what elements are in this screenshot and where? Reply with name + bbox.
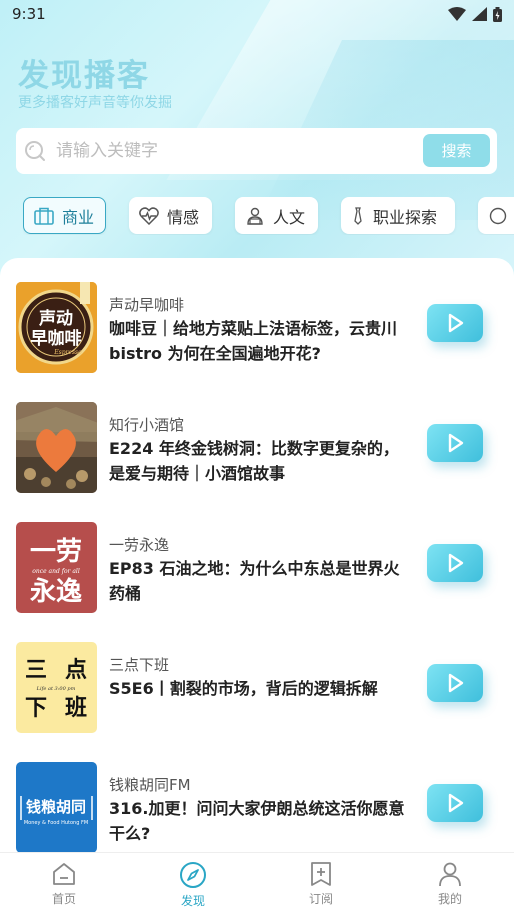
show-name: 一劳永逸 — [109, 536, 170, 554]
show-name: 知行小酒馆 — [109, 416, 185, 434]
compass-icon — [180, 862, 206, 888]
status-time: 9:31 — [12, 5, 46, 23]
category-label: 情感 — [167, 207, 200, 227]
cover-image: 声动 早咖啡 Espresso — [16, 282, 97, 373]
search-button[interactable]: 搜索 — [423, 134, 490, 167]
cover-image: 三 点 Life at 3:00 pm 下 班 — [16, 642, 97, 733]
cover-image — [16, 402, 97, 493]
play-button[interactable] — [427, 544, 483, 582]
category-label: 职业探索 — [373, 207, 438, 227]
cover-title: 三 — [25, 658, 47, 683]
play-button[interactable] — [427, 664, 483, 702]
cover-title: 声动 — [38, 308, 73, 329]
category-more[interactable] — [478, 197, 514, 234]
status-bar: 9:31 — [0, 0, 514, 28]
cover-image: 一劳 once and for all 永逸 — [16, 522, 97, 613]
list-item[interactable]: 三 点 Life at 3:00 pm 下 班 三点下班 S5E6丨割裂的市场，… — [16, 642, 506, 734]
tab-label: 首页 — [51, 892, 76, 906]
profile-icon — [439, 862, 461, 887]
category-humanities[interactable]: 人文 — [235, 197, 318, 234]
play-icon — [448, 793, 464, 813]
show-name: 声动早咖啡 — [109, 296, 185, 314]
play-icon — [448, 313, 464, 333]
show-name: 钱粮胡同FM — [109, 776, 191, 794]
episode-list: 声动 早咖啡 Espresso 声动早咖啡 咖啡豆｜给地方菜贴上法语标签，云贵川… — [0, 258, 514, 858]
episode-title[interactable]: 316.加更！问问大家伊朗总统这活你愿意干么? — [109, 796, 407, 846]
episode-title[interactable]: E224 年终金钱树洞：比数字更复杂的，是爱与期待｜小酒馆故事 — [109, 436, 407, 486]
search-icon — [25, 141, 45, 161]
tie-icon — [354, 206, 362, 225]
play-icon — [448, 553, 464, 573]
cover-title: 一劳 — [30, 537, 82, 567]
cover-image: 钱粮胡同 Money & Food Hutong FM — [16, 762, 97, 853]
list-item[interactable]: 钱粮胡同 Money & Food Hutong FM 钱粮胡同FM 316.加… — [16, 762, 506, 854]
page-title: 发现播客 — [18, 58, 150, 94]
play-button[interactable] — [427, 304, 483, 342]
briefcase-icon — [34, 207, 54, 225]
heartbeat-icon — [139, 206, 159, 225]
cover-title: 下 — [25, 696, 47, 721]
cover-subtitle: Life at 3:00 pm — [36, 686, 76, 692]
bookmark-add-icon — [311, 862, 331, 886]
signal-icon — [472, 7, 487, 21]
category-career[interactable]: 职业探索 — [341, 197, 455, 234]
cover-title: 点 — [65, 657, 87, 683]
cover-title: 钱粮胡同 — [26, 798, 86, 816]
cover-subtitle: Espresso — [53, 349, 82, 356]
list-item[interactable]: 一劳 once and for all 永逸 一劳永逸 EP83 石油之地：为什… — [16, 522, 506, 614]
tab-profile[interactable]: 我的 — [415, 861, 485, 907]
category-emotion[interactable]: 情感 — [129, 197, 212, 234]
play-icon — [448, 673, 464, 693]
show-name: 三点下班 — [109, 656, 170, 674]
emoji-icon — [489, 207, 507, 224]
tab-label: 发现 — [180, 894, 205, 908]
play-icon — [448, 433, 464, 453]
home-icon — [53, 863, 75, 885]
list-item[interactable]: 声动 早咖啡 Espresso 声动早咖啡 咖啡豆｜给地方菜贴上法语标签，云贵川… — [16, 282, 506, 374]
bottom-tab-bar: 首页 发现 订阅 我的 — [0, 852, 514, 915]
play-button[interactable] — [427, 784, 483, 822]
tab-subscribe[interactable]: 订阅 — [286, 861, 356, 907]
cover-title: 班 — [65, 696, 87, 721]
episode-title[interactable]: S5E6丨割裂的市场，背后的逻辑拆解 — [109, 676, 407, 701]
cover-title: 早咖啡 — [31, 328, 82, 349]
category-tabs: 商业 情感 人文 职业探索 — [23, 197, 514, 235]
episode-title[interactable]: 咖啡豆｜给地方菜贴上法语标签，云贵川 bistro 为何在全国遍地开花? — [109, 316, 407, 366]
search-bar: 搜索 — [16, 128, 497, 174]
tab-label: 我的 — [437, 892, 462, 906]
play-button[interactable] — [427, 424, 483, 462]
tab-discover[interactable]: 发现 — [158, 861, 228, 909]
list-item[interactable]: 知行小酒馆 E224 年终金钱树洞：比数字更复杂的，是爱与期待｜小酒馆故事 — [16, 402, 506, 494]
category-label: 人文 — [273, 207, 306, 227]
battery-icon — [493, 6, 502, 22]
cover-subtitle: once and for all — [32, 568, 80, 575]
category-business[interactable]: 商业 — [23, 197, 106, 234]
page-subtitle: 更多播客好声音等你发掘 — [18, 95, 172, 111]
category-label: 商业 — [62, 207, 95, 227]
reader-icon — [247, 207, 263, 225]
tab-home[interactable]: 首页 — [29, 861, 99, 907]
search-input[interactable] — [56, 141, 416, 161]
wifi-icon — [448, 7, 466, 21]
tab-label: 订阅 — [308, 892, 333, 906]
cover-subtitle: Money & Food Hutong FM — [24, 820, 88, 826]
cover-title: 永逸 — [30, 577, 82, 607]
episode-title[interactable]: EP83 石油之地：为什么中东总是世界火药桶 — [109, 556, 407, 606]
